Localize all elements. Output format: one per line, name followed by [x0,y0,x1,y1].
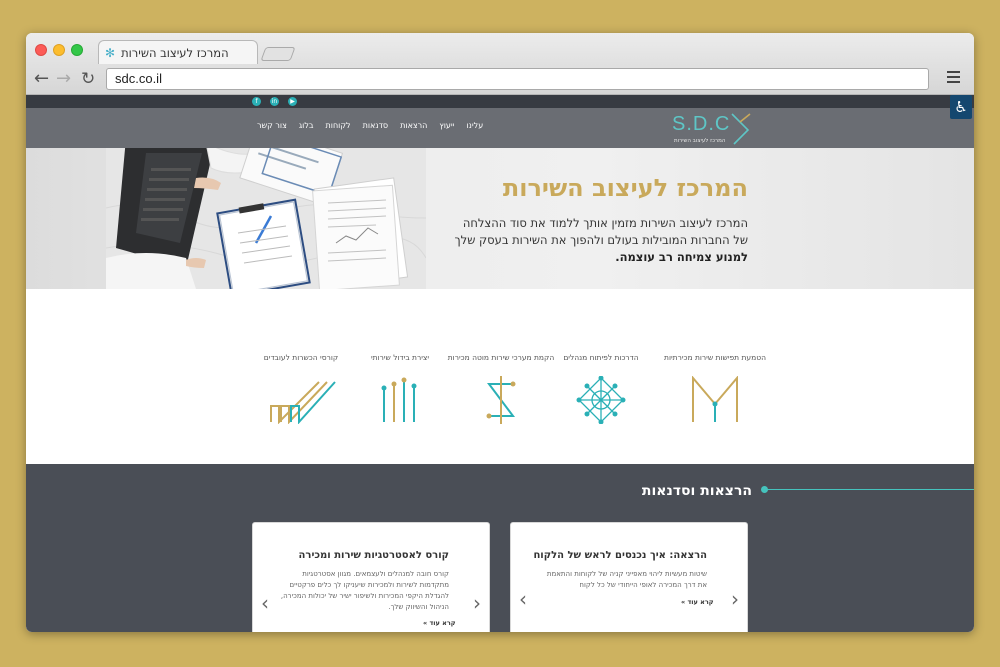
chevron-right-icon[interactable]: › [473,591,481,615]
service-item-differentiation[interactable]: יצירת בידול שירותי [345,353,455,428]
service-label: הקמת מערכי שירות מוטה מכירות [447,353,555,362]
chevron-right-icon[interactable]: › [731,587,739,611]
bars-icon [381,377,417,422]
dollar-icon [486,376,516,424]
section-title: הרצאות וסדנאות [641,483,752,499]
address-bar[interactable]: sdc.co.il [106,68,929,90]
section-divider-line [764,489,974,490]
favicon-icon: ✻ [105,45,116,60]
services-section: הטמעת תפישות שירות מכירתיות הדרכות לפיתו… [26,289,974,464]
top-strip: f in ▶ ♿ [26,95,974,119]
menu-item-consulting[interactable]: ייעוץ [433,121,460,130]
hero-line-2: של החברות המובילות בעולם ולהפוך את השירו… [454,233,748,247]
chevron-left-icon[interactable]: ‹ [519,587,527,611]
logo-mark-icon [731,113,751,145]
menu-item-blog[interactable]: בלוג [293,121,320,130]
maximize-window-button[interactable] [71,44,83,56]
tab-title: המרכז לעיצוב השירות [121,45,229,60]
youtube-icon[interactable]: ▶ [288,97,297,106]
minimize-window-button[interactable] [53,44,65,56]
read-more-link[interactable]: קרא עוד » [423,619,456,627]
service-item-management-training[interactable]: הדרכות לפיתוח מנהלים [546,353,656,428]
back-arrow-icon[interactable]: ← [34,70,49,88]
hamburger-menu-icon[interactable] [947,71,960,86]
service-item-employee-courses[interactable]: קורסי הכשרות לעובדים [246,353,356,428]
browser-chrome: ✻ המרכז לעיצוב השירות ← → ↻ sdc.co.il [26,33,974,95]
menu-item-contact[interactable]: צור קשר [251,121,293,130]
hero-line-1: המרכז לעיצוב השירות מזמין אותך ללמוד את … [462,216,748,230]
card-text: קורס חובה למנהלים ולעצמאים. מגוון אסטרטג… [280,570,449,611]
hero-description: המרכז לעיצוב השירות מזמין אותך ללמוד את … [418,215,748,266]
facebook-icon[interactable]: f [252,97,261,106]
menu-item-about[interactable]: עלינו [461,121,490,130]
accessibility-icon[interactable]: ♿ [950,95,972,119]
browser-window: ✻ המרכז לעיצוב השירות ← → ↻ sdc.co.il f … [26,33,974,632]
network-icon [576,375,626,425]
section-divider-dot [761,486,768,493]
main-menu: עלינו ייעוץ הרצאות סדנאות לקוחות בלוג צו… [251,121,489,130]
logo-text: S.D.C [672,113,731,135]
service-label: יצירת בידול שירותי [370,353,430,362]
hero-image [106,148,426,289]
new-tab-button[interactable] [260,47,296,61]
talks-section: הרצאות וסדנאות הרצאה: איך נכנסים לראש של… [26,464,974,632]
reload-icon[interactable]: ↻ [81,71,95,88]
hero-banner: המרכז לעיצוב השירות המרכז לעיצוב השירות … [26,148,974,289]
menu-item-clients[interactable]: לקוחות [320,121,357,130]
close-window-button[interactable] [35,44,47,56]
hero-line-3: למנוע צמיחה רב עוצמה. [615,250,748,264]
card-title: הרצאה: איך נכנסים לראש של הלקוח [533,550,707,561]
hero-title: המרכז לעיצוב השירות [502,174,748,202]
m-shape-icon [692,375,738,422]
service-label: הטמעת תפישות שירות מכירתיות [664,353,766,362]
service-item-sales-service[interactable]: הטמעת תפישות שירות מכירתיות [660,353,770,428]
menu-item-lectures[interactable]: הרצאות [394,121,433,130]
card-title: קורס לאסטרטגיות שירות ומכירה [298,550,449,561]
linkedin-icon[interactable]: in [270,97,279,106]
card-text: שיטות מעשיות ליהוי מאפייני קניה של לקוחו… [546,570,707,589]
talk-card[interactable]: קורס לאסטרטגיות שירות ומכירה קורס חובה ל… [252,522,490,632]
logo-subtitle: המרכז לעיצוב השירות [674,138,726,144]
lines-icon [270,381,336,425]
site-logo[interactable]: S.D.C המרכז לעיצוב השירות [672,113,752,145]
web-page: f in ▶ ♿ עלינו ייעוץ הרצאות סדנאות לקוחו… [26,95,974,632]
talk-card[interactable]: הרצאה: איך נכנסים לראש של הלקוח שיטות מע… [510,522,748,632]
chevron-left-icon[interactable]: ‹ [261,591,269,615]
service-label: קורסי הכשרות לעובדים [263,353,339,362]
forward-arrow-icon[interactable]: → [56,70,71,88]
browser-tab[interactable]: ✻ המרכז לעיצוב השירות [98,40,258,64]
service-item-sales-oriented-service[interactable]: הקמת מערכי שירות מוטה מכירות [446,353,556,428]
menu-item-workshops[interactable]: סדנאות [357,121,395,130]
service-label: הדרכות לפיתוח מנהלים [563,353,639,362]
read-more-link[interactable]: קרא עוד » [681,598,714,606]
site-navbar: עלינו ייעוץ הרצאות סדנאות לקוחות בלוג צו… [26,108,974,148]
